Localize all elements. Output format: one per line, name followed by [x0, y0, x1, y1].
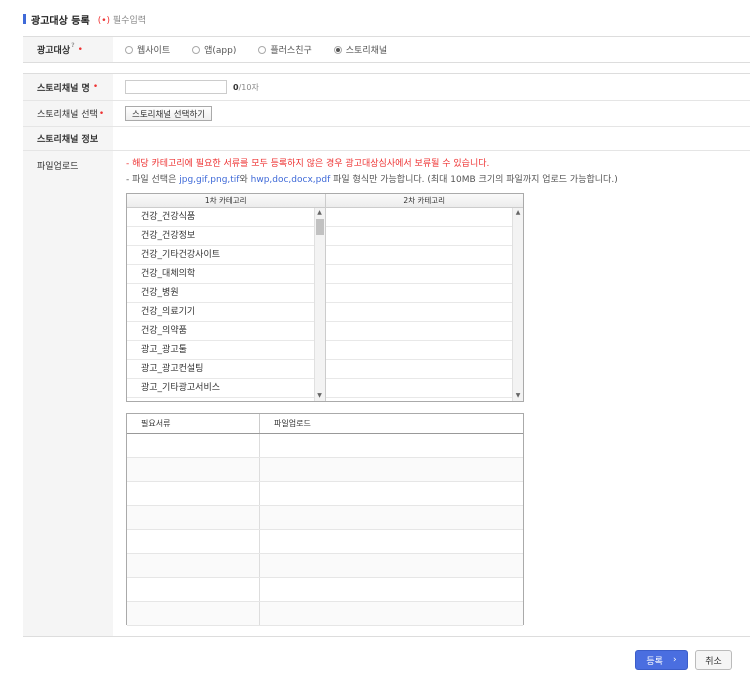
channel-info-label: 스토리채널 정보 — [23, 127, 113, 150]
radio-icon[interactable] — [192, 45, 201, 54]
required-star: • — [92, 82, 99, 92]
required-doc-cell — [127, 554, 260, 577]
help-icon[interactable]: ? — [71, 42, 74, 49]
list-item[interactable]: 광고_광고툴 — [127, 341, 314, 360]
table-row — [127, 578, 523, 602]
list-item[interactable]: 건강_건강정보 — [127, 227, 314, 246]
target-options: 웹사이트 앱(app) 플러스친구 스토리채널 — [113, 37, 750, 62]
file-upload-cell[interactable] — [260, 554, 523, 577]
list-item[interactable]: 건강_건강식품 — [127, 208, 314, 227]
required-doc-cell — [127, 458, 260, 481]
primary-category-list[interactable]: 건강_건강식품 건강_건강정보 건강_기타건강사이트 건강_대체의학 건강_병원… — [127, 208, 326, 401]
file-upload-label: 파일업로드 — [23, 151, 113, 636]
table-row — [127, 506, 523, 530]
list-item[interactable]: 건강_대체의학 — [127, 265, 314, 284]
table-row — [127, 602, 523, 626]
channel-name-cell: 0/10자 — [113, 74, 750, 100]
radio-plusfriend[interactable]: 플러스친구 — [258, 43, 312, 56]
required-doc-cell — [127, 482, 260, 505]
required-note: (•) 필수입력 — [98, 13, 146, 26]
target-label: 광고대상 ? • — [23, 37, 113, 62]
secondary-category-header: 2차 카테고리 — [403, 196, 446, 205]
radio-storychannel[interactable]: 스토리채널 — [333, 43, 387, 56]
format-note: - 파일 선택은 jpg,gif,png,tif와 hwp,doc,docx,p… — [126, 175, 618, 185]
upload-notes: - 해당 카테고리에 필요한 서류를 모두 등록하지 않은 경우 광고대상심사에… — [126, 156, 618, 188]
required-doc-cell — [127, 434, 260, 457]
channel-name-row: 스토리채널 명 • 0/10자 — [23, 74, 750, 101]
secondary-scrollbar[interactable]: ▲ ▼ — [512, 208, 523, 401]
required-docs-header: 필요서류 — [127, 414, 260, 433]
image-formats: jpg,gif,png,tif — [179, 175, 240, 185]
page-title-bar: 광고대상 등록 (•) 필수입력 — [23, 12, 146, 27]
primary-category-header: 1차 카테고리 — [127, 194, 326, 207]
title-marker — [23, 14, 26, 24]
required-note-label: 필수입력 — [112, 15, 147, 26]
upload-warning: - 해당 카테고리에 필요한 서류를 모두 등록하지 않은 경우 광고대상심사에… — [126, 159, 490, 169]
required-star: • — [77, 44, 83, 55]
file-upload-cell[interactable] — [260, 578, 523, 601]
channel-info-row: 스토리채널 정보 — [23, 127, 750, 151]
channel-name-label: 스토리채널 명 • — [23, 74, 113, 100]
scroll-up-icon[interactable]: ▲ — [315, 208, 325, 218]
category-body: 건강_건강식품 건강_건강정보 건강_기타건강사이트 건강_대체의학 건강_병원… — [127, 208, 523, 401]
channel-name-input[interactable] — [125, 80, 227, 94]
scroll-down-icon[interactable]: ▼ — [315, 391, 325, 401]
table-row — [127, 530, 523, 554]
required-star: (•) — [97, 15, 111, 26]
chevron-right-icon: › — [672, 655, 677, 665]
scroll-down-icon[interactable]: ▼ — [513, 391, 523, 401]
radio-icon[interactable] — [125, 45, 133, 54]
channel-select-cell: 스토리채널 선택하기 — [113, 101, 750, 126]
list-item[interactable]: 광고_광고컨설팅 — [127, 360, 314, 379]
list-item[interactable]: 건강_의료기기 — [127, 303, 314, 322]
required-star: • — [98, 108, 105, 119]
required-doc-cell — [127, 530, 260, 553]
documents-table: 필요서류 파일업로드 — [126, 413, 524, 626]
file-upload-cell[interactable] — [260, 482, 523, 505]
required-doc-cell — [127, 506, 260, 529]
radio-icon[interactable] — [258, 45, 267, 54]
documents-header: 필요서류 파일업로드 — [127, 414, 523, 434]
file-upload-cell[interactable] — [260, 458, 523, 481]
channel-info-cell — [113, 127, 750, 150]
target-row: 광고대상 ? • 웹사이트 앱(app) 플러스친구 스토리채널 — [23, 37, 750, 62]
page-title: 광고대상 등록 — [31, 15, 90, 27]
target-section: 광고대상 ? • 웹사이트 앱(app) 플러스친구 스토리채널 — [23, 36, 750, 63]
required-doc-cell — [127, 578, 260, 601]
category-selector: 1차 카테고리 2차 카테고리 건강_건강식품 건강_건강정보 건강_기타건강사… — [126, 193, 524, 402]
file-upload-cell[interactable] — [260, 506, 523, 529]
primary-scrollbar[interactable]: ▲ ▼ — [313, 208, 325, 401]
file-upload-cell[interactable] — [260, 530, 523, 553]
scroll-thumb[interactable] — [315, 219, 324, 235]
category-header: 1차 카테고리 2차 카테고리 — [127, 194, 523, 208]
scroll-up-icon[interactable]: ▲ — [513, 208, 523, 218]
channel-select-label: 스토리채널 선택 • — [23, 101, 113, 126]
select-channel-button[interactable]: 스토리채널 선택하기 — [125, 106, 213, 121]
file-upload-cell[interactable] — [260, 602, 523, 625]
documents-rows — [127, 434, 523, 626]
table-row — [127, 482, 523, 506]
list-item[interactable]: 건강_병원 — [127, 284, 314, 303]
list-item[interactable]: 건강_의약품 — [127, 322, 314, 341]
radio-app[interactable]: 앱(app) — [192, 43, 236, 56]
doc-formats: hwp,doc,docx,pdf — [250, 175, 331, 185]
file-upload-header: 파일업로드 — [274, 419, 311, 428]
radio-selected-icon[interactable] — [333, 45, 342, 54]
list-item[interactable]: 건강_기타건강사이트 — [127, 246, 314, 265]
required-doc-cell — [127, 602, 260, 625]
table-row — [127, 434, 523, 458]
file-upload-cell[interactable] — [260, 434, 523, 457]
submit-button[interactable]: 등록 › — [635, 650, 688, 670]
secondary-category-list[interactable]: ▲ ▼ — [325, 208, 523, 401]
cancel-button[interactable]: 취소 — [695, 650, 732, 670]
table-row — [127, 458, 523, 482]
char-counter: 0/10자 — [233, 82, 259, 92]
radio-website[interactable]: 웹사이트 — [125, 43, 170, 56]
table-row — [127, 554, 523, 578]
channel-select-row: 스토리채널 선택 • 스토리채널 선택하기 — [23, 101, 750, 127]
list-item[interactable]: 광고_기타광고서비스 — [127, 379, 314, 398]
